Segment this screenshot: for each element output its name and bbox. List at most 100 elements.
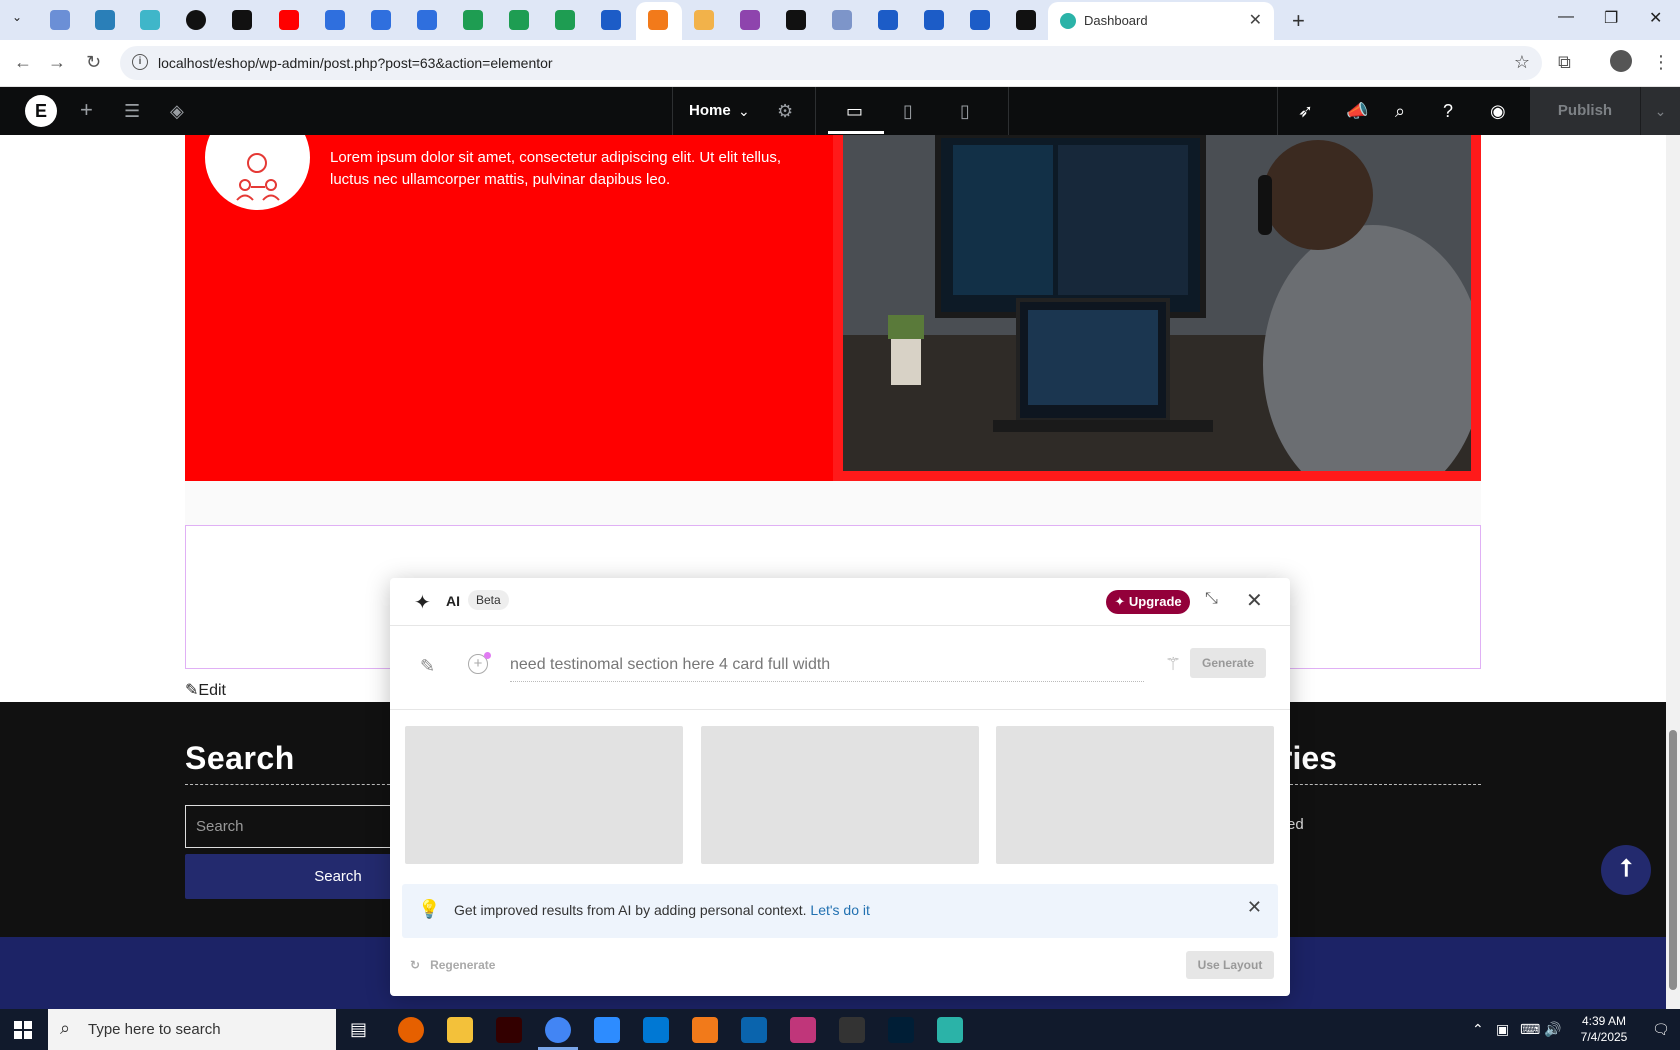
volume-icon[interactable]: 🔊 xyxy=(1544,1021,1561,1038)
structure-layers-icon[interactable]: ◈ xyxy=(170,101,184,122)
browser-menu-icon[interactable]: ⋮ xyxy=(1652,52,1670,73)
dismiss-tip-icon[interactable]: ✕ xyxy=(1247,897,1262,918)
tab-favicon[interactable] xyxy=(417,10,437,30)
tray-icon[interactable]: ▣ xyxy=(1496,1021,1509,1038)
tab-favicon[interactable] xyxy=(232,10,252,30)
tab-favicon[interactable] xyxy=(555,10,575,30)
tab-favicon[interactable] xyxy=(1016,10,1036,30)
close-window-icon[interactable]: ✕ xyxy=(1649,8,1662,28)
firefox-icon[interactable] xyxy=(398,1017,424,1043)
desktop-device-icon[interactable]: ▭ xyxy=(846,101,863,122)
photoshop-icon[interactable] xyxy=(888,1017,914,1043)
tab-favicon[interactable] xyxy=(694,10,714,30)
regenerate-label: Regenerate xyxy=(430,958,496,972)
ai-prompt-input[interactable]: need testinomal section here 4 card full… xyxy=(510,656,1144,682)
elementor-logo-icon[interactable]: E xyxy=(25,95,57,127)
vscode-icon[interactable] xyxy=(643,1017,669,1043)
layout-preview-card[interactable] xyxy=(405,726,683,864)
tab-favicon[interactable] xyxy=(786,10,806,30)
page-selector[interactable]: Home xyxy=(689,102,731,119)
tab-favicon[interactable] xyxy=(924,10,944,30)
use-layout-button[interactable]: Use Layout xyxy=(1186,951,1274,979)
tray-chevron-up-icon[interactable]: ⌃ xyxy=(1472,1021,1484,1038)
minimize-modal-icon[interactable]: ⤡ xyxy=(1205,590,1218,608)
layout-preview-card[interactable] xyxy=(701,726,979,864)
mobile-device-icon[interactable]: ▯ xyxy=(960,101,970,122)
launch-rocket-icon[interactable]: ➶ xyxy=(1298,101,1313,122)
page-settings-gear-icon[interactable]: ⚙ xyxy=(777,101,793,122)
edit-link[interactable]: ✎Edit xyxy=(185,680,226,700)
tab-search-icon[interactable]: ⌄ xyxy=(12,10,22,24)
tab-favicon[interactable] xyxy=(463,10,483,30)
file-explorer-icon[interactable] xyxy=(447,1017,473,1043)
tab-favicon[interactable] xyxy=(95,10,115,30)
tab-favicon[interactable] xyxy=(186,10,206,30)
tab-favicon[interactable] xyxy=(140,10,160,30)
whats-new-megaphone-icon[interactable]: 📣 xyxy=(1346,101,1368,122)
taskbar-search-box[interactable]: ⌕ Type here to search xyxy=(48,1009,336,1050)
network-icon[interactable]: ⌨ xyxy=(1520,1021,1540,1038)
tab-title: Dashboard xyxy=(1084,13,1148,28)
layout-preview-card[interactable] xyxy=(996,726,1274,864)
tab-favicon[interactable] xyxy=(740,10,760,30)
chevron-down-icon[interactable]: ⌄ xyxy=(738,103,750,120)
scrollbar-thumb[interactable] xyxy=(1669,730,1677,990)
canvas-scrollbar[interactable] xyxy=(1666,135,1680,1009)
tablet-device-icon[interactable]: ▯ xyxy=(903,101,913,122)
close-tab-icon[interactable]: ✕ xyxy=(1249,10,1262,30)
scroll-to-top-button[interactable]: ⭡ xyxy=(1601,845,1651,895)
upgrade-button[interactable]: ✦ Upgrade xyxy=(1106,590,1190,614)
tab-favicon[interactable] xyxy=(601,10,621,30)
chrome-icon[interactable] xyxy=(545,1017,571,1043)
tab-favicon[interactable] xyxy=(878,10,898,30)
publish-options-chevron-icon[interactable]: ⌄ xyxy=(1640,87,1680,135)
reload-icon[interactable]: ↻ xyxy=(86,52,101,73)
add-element-icon[interactable]: + xyxy=(80,97,93,123)
tab-dashboard[interactable]: Dashboard ✕ xyxy=(1048,2,1274,40)
search-icon: ⌕ xyxy=(60,1018,71,1038)
illustrator-icon[interactable] xyxy=(496,1017,522,1043)
pen-tool-icon[interactable] xyxy=(839,1017,865,1043)
edit-prompt-pencil-icon[interactable]: ✎ xyxy=(420,656,435,677)
tab-favicon[interactable] xyxy=(325,10,345,30)
preview-eye-icon[interactable]: ◉ xyxy=(1490,101,1506,122)
notifications-icon[interactable]: 🗨 xyxy=(1652,1021,1670,1038)
forward-icon[interactable]: → xyxy=(48,52,66,73)
regenerate-button[interactable]: ↻ Regenerate xyxy=(410,958,495,972)
tab-favicon[interactable] xyxy=(279,10,299,30)
minimize-icon[interactable]: — xyxy=(1558,8,1574,26)
tab-favicon[interactable] xyxy=(832,10,852,30)
restore-icon[interactable]: ❐ xyxy=(1604,8,1618,28)
creative-cloud-icon[interactable] xyxy=(790,1017,816,1043)
outlook-icon[interactable] xyxy=(741,1017,767,1043)
tab-favicon[interactable] xyxy=(371,10,391,30)
extensions-icon[interactable]: ⧉ xyxy=(1558,52,1571,73)
bookmark-star-icon[interactable]: ☆ xyxy=(1514,52,1530,73)
help-icon[interactable]: ? xyxy=(1443,101,1453,122)
xampp-icon[interactable] xyxy=(692,1017,718,1043)
tab-favicon[interactable] xyxy=(970,10,990,30)
footer-search-input[interactable]: Search xyxy=(185,805,395,848)
publish-button[interactable]: Publish xyxy=(1530,87,1640,135)
windows-start-icon[interactable] xyxy=(14,1021,32,1039)
developer-photo[interactable] xyxy=(843,135,1471,471)
back-icon[interactable]: ← xyxy=(14,52,32,73)
url-field[interactable]: i localhost/eshop/wp-admin/post.php?post… xyxy=(120,46,1542,80)
taskbar-clock[interactable]: 4:39 AM 7/4/2025 xyxy=(1572,1013,1636,1045)
site-settings-icon[interactable]: ☰ xyxy=(124,101,140,122)
site-info-icon[interactable]: i xyxy=(132,54,148,70)
enhance-prompt-wand-icon[interactable]: ⚚ xyxy=(1165,654,1181,675)
generate-button[interactable]: Generate xyxy=(1190,648,1266,678)
tab-favicon[interactable] xyxy=(50,10,70,30)
zoom-icon[interactable] xyxy=(594,1017,620,1043)
search-widget-title: Search xyxy=(185,740,295,776)
app-icon[interactable] xyxy=(937,1017,963,1043)
profile-avatar[interactable] xyxy=(1610,50,1632,72)
lets-do-it-link[interactable]: Let's do it xyxy=(810,902,870,918)
search-icon[interactable]: ⌕ xyxy=(1395,101,1405,122)
tab-favicon[interactable] xyxy=(509,10,529,30)
new-tab-icon[interactable]: + xyxy=(1292,8,1305,34)
task-view-icon[interactable]: ▤ xyxy=(350,1019,367,1040)
close-modal-icon[interactable]: ✕ xyxy=(1246,588,1263,613)
dashboard-favicon-icon xyxy=(1060,13,1076,29)
